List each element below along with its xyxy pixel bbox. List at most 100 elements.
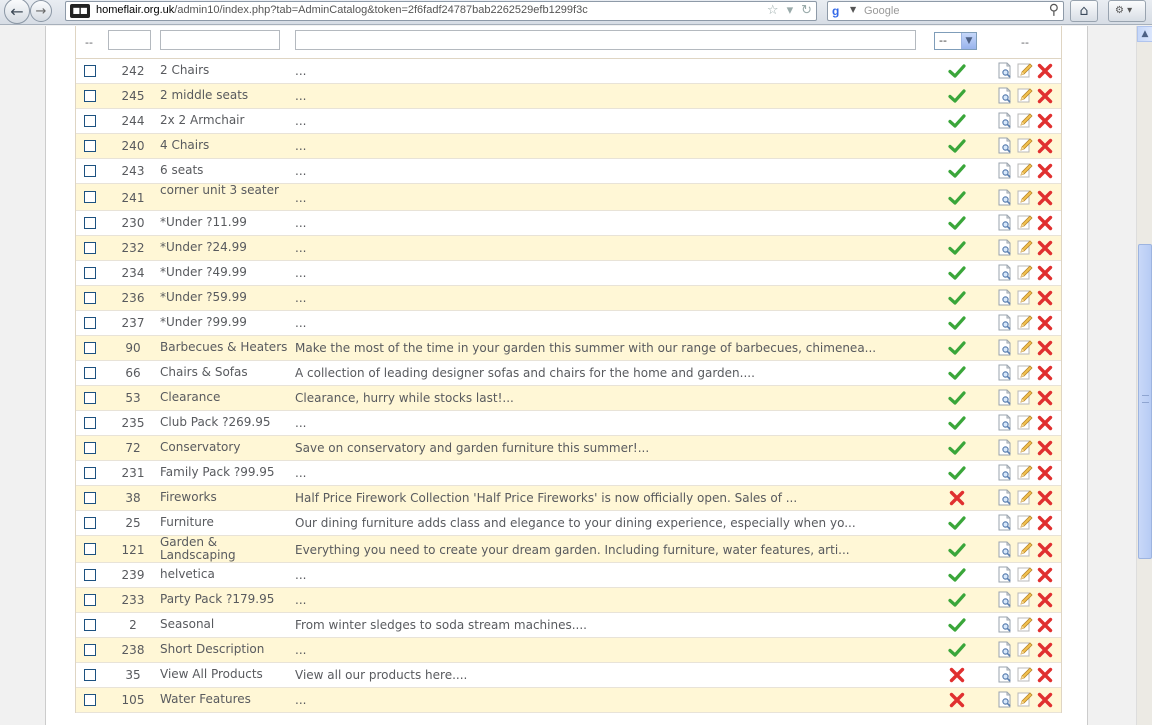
- status-enabled-check-icon[interactable]: [948, 162, 966, 180]
- delete-icon[interactable]: [1036, 264, 1053, 281]
- filter-description-input[interactable]: [295, 30, 916, 50]
- table-row[interactable]: 242 2 Chairs...: [76, 59, 1061, 84]
- scroll-thumb[interactable]: [1138, 244, 1152, 559]
- table-row[interactable]: 231 Family Pack ?99.95...: [76, 461, 1061, 486]
- edit-icon[interactable]: [1016, 214, 1033, 231]
- row-checkbox[interactable]: [84, 342, 96, 354]
- delete-icon[interactable]: [1036, 464, 1053, 481]
- view-icon[interactable]: [996, 641, 1013, 658]
- edit-icon[interactable]: [1016, 314, 1033, 331]
- row-checkbox[interactable]: [84, 317, 96, 329]
- status-enabled-check-icon[interactable]: [948, 566, 966, 584]
- delete-icon[interactable]: [1036, 541, 1053, 558]
- status-disabled-cross-icon[interactable]: [948, 489, 966, 507]
- edit-icon[interactable]: [1016, 62, 1033, 79]
- status-disabled-cross-icon[interactable]: [948, 691, 966, 709]
- delete-icon[interactable]: [1036, 314, 1053, 331]
- delete-icon[interactable]: [1036, 691, 1053, 708]
- delete-icon[interactable]: [1036, 591, 1053, 608]
- table-row[interactable]: 38 Fireworks Half Price Firework Collectio…: [76, 486, 1061, 511]
- status-enabled-check-icon[interactable]: [948, 514, 966, 532]
- status-enabled-check-icon[interactable]: [948, 439, 966, 457]
- edit-icon[interactable]: [1016, 464, 1033, 481]
- status-enabled-check-icon[interactable]: [948, 389, 966, 407]
- table-row[interactable]: 237 *Under ?99.99...: [76, 311, 1061, 336]
- edit-icon[interactable]: [1016, 364, 1033, 381]
- view-icon[interactable]: [996, 541, 1013, 558]
- view-icon[interactable]: [996, 666, 1013, 683]
- view-icon[interactable]: [996, 364, 1013, 381]
- table-row[interactable]: 243 6 seats...: [76, 159, 1061, 184]
- edit-icon[interactable]: [1016, 389, 1033, 406]
- view-icon[interactable]: [996, 264, 1013, 281]
- row-checkbox[interactable]: [84, 367, 96, 379]
- table-row[interactable]: 245 2 middle seats...: [76, 84, 1061, 109]
- table-row[interactable]: 90 Barbecues & Heaters Make the most of th…: [76, 336, 1061, 361]
- delete-icon[interactable]: [1036, 162, 1053, 179]
- row-checkbox[interactable]: [84, 242, 96, 254]
- table-row[interactable]: 35 View All Products View all our products…: [76, 663, 1061, 688]
- delete-icon[interactable]: [1036, 189, 1053, 206]
- view-icon[interactable]: [996, 591, 1013, 608]
- scroll-up-button[interactable]: ▲: [1137, 26, 1152, 42]
- row-checkbox[interactable]: [84, 140, 96, 152]
- row-checkbox[interactable]: [84, 292, 96, 304]
- delete-icon[interactable]: [1036, 137, 1053, 154]
- forward-button[interactable]: →: [30, 0, 52, 22]
- edit-icon[interactable]: [1016, 616, 1033, 633]
- status-enabled-check-icon[interactable]: [948, 339, 966, 357]
- delete-icon[interactable]: [1036, 364, 1053, 381]
- delete-icon[interactable]: [1036, 239, 1053, 256]
- view-icon[interactable]: [996, 214, 1013, 231]
- edit-icon[interactable]: [1016, 339, 1033, 356]
- status-enabled-check-icon[interactable]: [948, 364, 966, 382]
- edit-icon[interactable]: [1016, 591, 1033, 608]
- edit-icon[interactable]: [1016, 641, 1033, 658]
- row-checkbox[interactable]: [84, 669, 96, 681]
- edit-icon[interactable]: [1016, 691, 1033, 708]
- row-checkbox[interactable]: [84, 90, 96, 102]
- search-bar[interactable]: g ▼ Google ⚲: [827, 1, 1064, 21]
- page-scrollbar[interactable]: ▲: [1136, 26, 1152, 725]
- table-row[interactable]: 72 Conservatory Save on conservatory and g…: [76, 436, 1061, 461]
- status-enabled-check-icon[interactable]: [948, 414, 966, 432]
- bookmark-star-icon[interactable]: ☆: [767, 3, 779, 18]
- view-icon[interactable]: [996, 314, 1013, 331]
- view-icon[interactable]: [996, 62, 1013, 79]
- edit-icon[interactable]: [1016, 666, 1033, 683]
- view-icon[interactable]: [996, 566, 1013, 583]
- status-enabled-check-icon[interactable]: [948, 189, 966, 207]
- edit-icon[interactable]: [1016, 112, 1033, 129]
- delete-icon[interactable]: [1036, 389, 1053, 406]
- delete-icon[interactable]: [1036, 489, 1053, 506]
- extension-button[interactable]: ⚙ ▾: [1108, 0, 1146, 22]
- status-enabled-check-icon[interactable]: [948, 87, 966, 105]
- row-checkbox[interactable]: [84, 694, 96, 706]
- view-icon[interactable]: [996, 616, 1013, 633]
- view-icon[interactable]: [996, 112, 1013, 129]
- row-checkbox[interactable]: [84, 569, 96, 581]
- row-checkbox[interactable]: [84, 517, 96, 529]
- delete-icon[interactable]: [1036, 87, 1053, 104]
- view-icon[interactable]: [996, 514, 1013, 531]
- row-checkbox[interactable]: [84, 417, 96, 429]
- table-row[interactable]: 235 Club Pack ?269.95...: [76, 411, 1061, 436]
- magnifier-icon[interactable]: ⚲: [1049, 2, 1059, 18]
- table-row[interactable]: 53 Clearance Clearance, hurry while stocks…: [76, 386, 1061, 411]
- edit-icon[interactable]: [1016, 289, 1033, 306]
- edit-icon[interactable]: [1016, 137, 1033, 154]
- view-icon[interactable]: [996, 87, 1013, 104]
- google-icon[interactable]: g: [832, 4, 839, 18]
- row-checkbox[interactable]: [84, 594, 96, 606]
- back-button[interactable]: ←: [4, 0, 30, 24]
- row-checkbox[interactable]: [84, 65, 96, 77]
- status-enabled-check-icon[interactable]: [948, 641, 966, 659]
- view-icon[interactable]: [996, 464, 1013, 481]
- view-icon[interactable]: [996, 189, 1013, 206]
- table-row[interactable]: 25 Furniture Our dining furniture adds cla…: [76, 511, 1061, 536]
- row-checkbox[interactable]: [84, 267, 96, 279]
- view-icon[interactable]: [996, 137, 1013, 154]
- status-enabled-check-icon[interactable]: [948, 591, 966, 609]
- status-enabled-check-icon[interactable]: [948, 137, 966, 155]
- delete-icon[interactable]: [1036, 566, 1053, 583]
